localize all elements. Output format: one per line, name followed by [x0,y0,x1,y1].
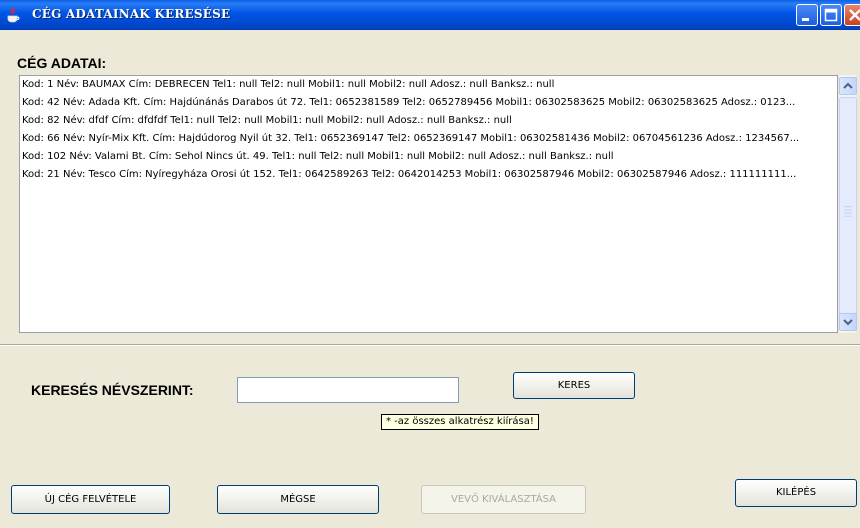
window-title: CÉG ADATAINAK KERESÉSE [32,7,231,21]
app-window: CÉG ADATAINAK KERESÉSE CÉG ADATAI: Kod: … [0,0,860,528]
new-company-button[interactable]: ÚJ CÉG FELVÉTELE [11,485,170,514]
search-tooltip: * -az összes alkatrész kiírása! [381,414,539,430]
list-item[interactable]: Kod: 1 Név: BAUMAX Cím: DEBRECEN Tel1: n… [20,76,837,94]
vertical-scrollbar[interactable] [838,75,857,333]
list-item[interactable]: Kod: 66 Név: Nyír-Mix Kft. Cím: Hajdúdor… [20,130,837,148]
exit-button[interactable]: KILÉPÉS [735,479,857,507]
search-by-name-label: KERESÉS NÉVSZERINT: [31,382,194,398]
chevron-down-icon [843,319,853,326]
maximize-button[interactable] [820,4,842,26]
scroll-up-button[interactable] [839,77,857,95]
title-bar[interactable]: CÉG ADATAINAK KERESÉSE [0,0,860,30]
list-item[interactable]: Kod: 42 Név: Adada Kft. Cím: Hajdúnánás … [20,94,837,112]
list-item[interactable]: Kod: 102 Név: Valami Bt. Cím: Sehol Ninc… [20,148,837,166]
scroll-thumb[interactable] [839,97,857,327]
scroll-down-button[interactable] [839,313,857,331]
list-item[interactable]: Kod: 21 Név: Tesco Cím: Nyíregyháza Oros… [20,166,837,184]
close-button[interactable] [844,4,860,26]
company-data-label: CÉG ADATAI: [17,55,107,71]
close-icon [849,9,860,21]
java-cup-icon [7,7,20,23]
list-item[interactable]: Kod: 82 Név: dfdf Cím: dfdfdf Tel1: null… [20,112,837,130]
search-button[interactable]: KERES [513,372,635,399]
cancel-button[interactable]: MÉGSE [217,485,379,514]
company-list[interactable]: Kod: 1 Név: BAUMAX Cím: DEBRECEN Tel1: n… [19,75,838,333]
select-buyer-button[interactable]: VEVŐ KIVÁLASZTÁSA [421,485,586,514]
chevron-up-icon [843,82,853,89]
minimize-button[interactable] [796,4,818,26]
maximize-icon [824,8,838,22]
section-divider [0,344,860,346]
minimize-icon [802,18,809,21]
search-input[interactable] [237,377,459,403]
